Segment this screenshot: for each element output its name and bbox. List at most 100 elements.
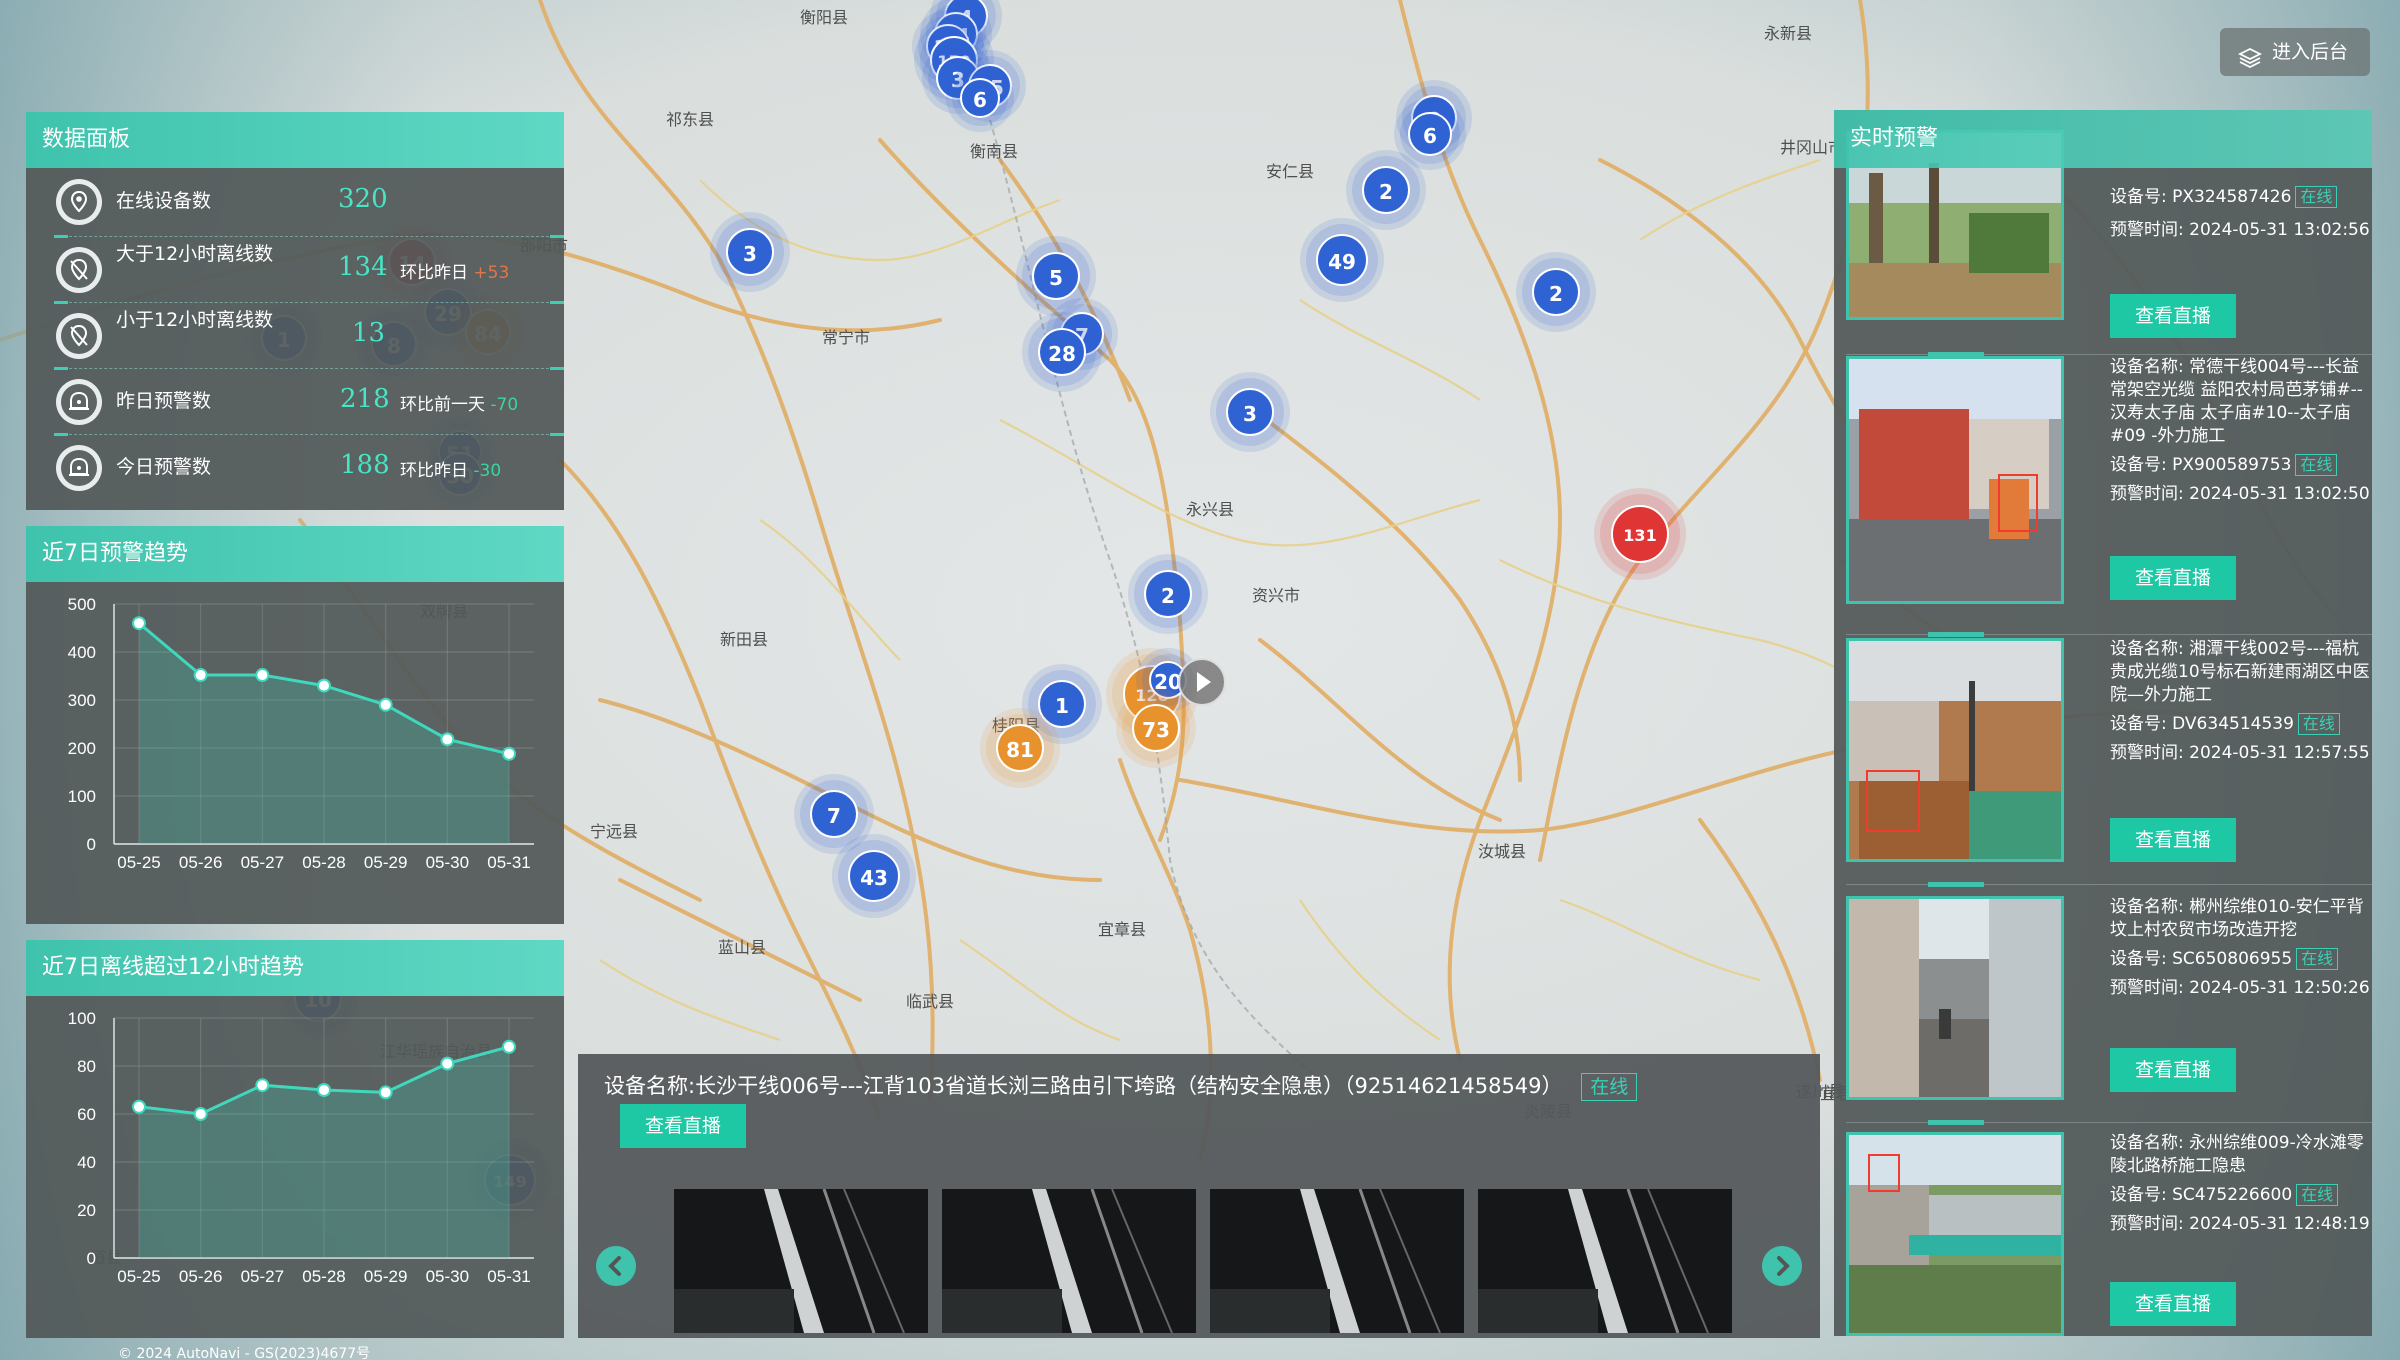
device-id-prefix: 设备号:: [2110, 187, 2167, 207]
map-cluster-marker[interactable]: 6: [1400, 104, 1460, 164]
time-prefix: 预警时间:: [2110, 484, 2184, 504]
alert-snapshot[interactable]: [1846, 896, 2064, 1100]
data-point: [440, 1056, 455, 1071]
x-tick-label: 05-25: [117, 853, 160, 872]
map-cluster-marker[interactable]: 2: [1134, 560, 1202, 628]
alert-snapshot[interactable]: [1846, 1132, 2064, 1336]
map-place-label: 常宁市: [822, 328, 871, 347]
view-live-button[interactable]: 查看直播: [2110, 294, 2236, 338]
map-cluster-marker[interactable]: 81: [986, 714, 1054, 782]
item-divider: [1846, 352, 2372, 357]
time-prefix: 预警时间:: [2110, 978, 2184, 998]
x-tick-label: 05-28: [302, 1267, 345, 1286]
map-cluster-marker[interactable]: 49: [1306, 224, 1378, 296]
device-title-text: 设备名称:长沙干线006号---江背103省道长浏三路由引下垮路（结构安全隐患）…: [604, 1074, 1563, 1098]
data-point: [378, 697, 393, 712]
alert-info: 设备号: PX324587426 在线 预警时间: 2024-05-31 13:0…: [2110, 186, 2370, 242]
map-cluster-count: 73: [1132, 704, 1180, 752]
map-cluster-count: 131: [1611, 505, 1669, 563]
map-place-label: 祁东县: [666, 110, 715, 129]
device-name-prefix: 设备名称:: [2110, 357, 2184, 377]
map-cluster-marker[interactable]: 28: [1028, 318, 1096, 386]
alert-snapshot[interactable]: [1846, 638, 2064, 862]
device-id-value: SC475226600: [2172, 1185, 2293, 1205]
online-tag: 在线: [2296, 948, 2339, 970]
data-point: [378, 1085, 393, 1100]
view-live-button[interactable]: 查看直播: [620, 1104, 746, 1148]
device-title: 设备名称:长沙干线006号---江背103省道长浏三路由引下垮路（结构安全隐患）…: [604, 1070, 1638, 1101]
map-place-label: 永兴县: [1186, 500, 1235, 519]
map-cluster-marker[interactable]: 5: [1022, 242, 1090, 310]
enter-backend-button[interactable]: 进入后台: [2220, 28, 2370, 76]
map-cluster-count: 2: [1362, 166, 1410, 214]
x-tick-label: 05-27: [241, 853, 284, 872]
map-cluster-marker[interactable]: 131: [1600, 494, 1680, 574]
x-tick-label: 05-25: [117, 1267, 160, 1286]
alert-info: 设备名称: 郴州综维010-安仁平背坟上村农贸市场改造开挖 设备号: SC650…: [2110, 896, 2370, 1000]
view-live-button[interactable]: 查看直播: [2110, 818, 2236, 862]
y-tick-label: 0: [87, 1249, 96, 1268]
alert-item[interactable]: 设备名称: 郴州综维010-安仁平背坟上村农贸市场改造开挖 设备号: SC650…: [1846, 896, 2372, 1110]
time-value: 2024-05-31 13:02:50: [2189, 484, 2370, 504]
alert-device-id: 设备号: DV634514539 在线: [2110, 713, 2370, 736]
play-icon[interactable]: [1178, 658, 1226, 706]
map-cluster-count: 5: [1032, 252, 1080, 300]
stat-label: 昨日预警数: [116, 390, 212, 412]
device-name-prefix: 设备名称:: [2110, 897, 2184, 917]
alert-time: 预警时间: 2024-05-31 12:57:55: [2110, 742, 2370, 765]
map-cluster-marker[interactable]: 2: [1522, 258, 1590, 326]
map-place-label: 汝城县: [1478, 842, 1527, 861]
map-place-label: 永新县: [1764, 24, 1813, 43]
x-tick-label: 05-29: [364, 853, 407, 872]
offline-trend-panel: 近7日离线超过12小时趋势 0 20 40 60 80 100 05-25 05-26 05-2…: [26, 940, 564, 1338]
map-cluster-marker[interactable]: 43: [838, 840, 910, 912]
video-thumbnail[interactable]: [1478, 1189, 1732, 1333]
alert-snapshot[interactable]: [1846, 356, 2064, 604]
video-thumbnail[interactable]: [674, 1189, 928, 1333]
layers-icon: [2237, 40, 2263, 69]
alert-item[interactable]: 设备名称: 湘潭干线002号---福杭贵成光缆10号标石新建雨湖区中医院—外力施…: [1846, 638, 2372, 868]
alert-item[interactable]: 设备名称: 永州综维009-冷水滩零陵北路桥施工隐患 设备号: SC475226…: [1846, 1132, 2372, 1336]
alert-item[interactable]: 设备名称: 常德干线004号---长益常架空光缆 益阳农村局芭茅铺#--汉寿太子…: [1846, 356, 2372, 618]
view-live-button[interactable]: 查看直播: [2110, 1048, 2236, 1092]
map-cluster-marker[interactable]: 3: [716, 218, 784, 286]
device-id-value: PX324587426: [2172, 187, 2292, 207]
device-name-prefix: 设备名称:: [2110, 1133, 2184, 1153]
y-tick-label: 100: [68, 1009, 96, 1028]
online-tag: 在线: [1581, 1073, 1638, 1101]
y-tick-label: 300: [68, 691, 96, 710]
data-panel-title: 数据面板: [26, 112, 564, 168]
map-place-label: 宜章县: [1098, 920, 1147, 939]
video-thumbnail[interactable]: [942, 1189, 1196, 1333]
time-prefix: 预警时间:: [2110, 743, 2184, 763]
video-thumbnail[interactable]: [1210, 1189, 1464, 1333]
data-point: [317, 1083, 331, 1097]
map-cluster-count: 43: [848, 850, 900, 902]
stat-value: 188: [340, 450, 390, 480]
map-cluster-marker[interactable]: 3: [1216, 378, 1284, 446]
stat-label: 今日预警数: [116, 456, 212, 478]
prev-arrow[interactable]: [596, 1246, 636, 1286]
data-point: [193, 668, 208, 683]
map-cluster-count: 7: [810, 790, 858, 838]
data-point: [132, 616, 146, 631]
map-cluster-marker[interactable]: 7: [800, 780, 868, 848]
map-place-label: 蓝山县: [718, 938, 767, 957]
map-cluster-marker[interactable]: 73: [1122, 694, 1190, 762]
stat-compare: 环比昨日 -30: [400, 456, 501, 481]
view-live-button[interactable]: 查看直播: [2110, 1282, 2236, 1326]
view-live-button[interactable]: 查看直播: [2110, 556, 2236, 600]
time-value: 2024-05-31 13:02:56: [2189, 220, 2370, 240]
alert-info: 设备名称: 常德干线004号---长益常架空光缆 益阳农村局芭茅铺#--汉寿太子…: [2110, 356, 2370, 506]
map-copyright: © 2024 AutoNavi - GS(2023)4677号: [118, 1346, 371, 1360]
alert-device-id: 设备号: PX324587426 在线: [2110, 186, 2370, 209]
data-point: [255, 668, 270, 683]
device-id-prefix: 设备号:: [2110, 455, 2167, 475]
stat-compare-value: -70: [490, 395, 519, 415]
time-value: 2024-05-31 12:48:19: [2189, 1214, 2370, 1234]
next-arrow[interactable]: [1762, 1246, 1802, 1286]
map-cluster-marker[interactable]: 6: [952, 70, 1008, 126]
y-tick-label: 0: [87, 835, 96, 854]
stat-yesterday-alerts: 昨日预警数 218 环比前一天 -70: [26, 368, 562, 434]
map-cluster-marker[interactable]: 2: [1352, 156, 1420, 224]
